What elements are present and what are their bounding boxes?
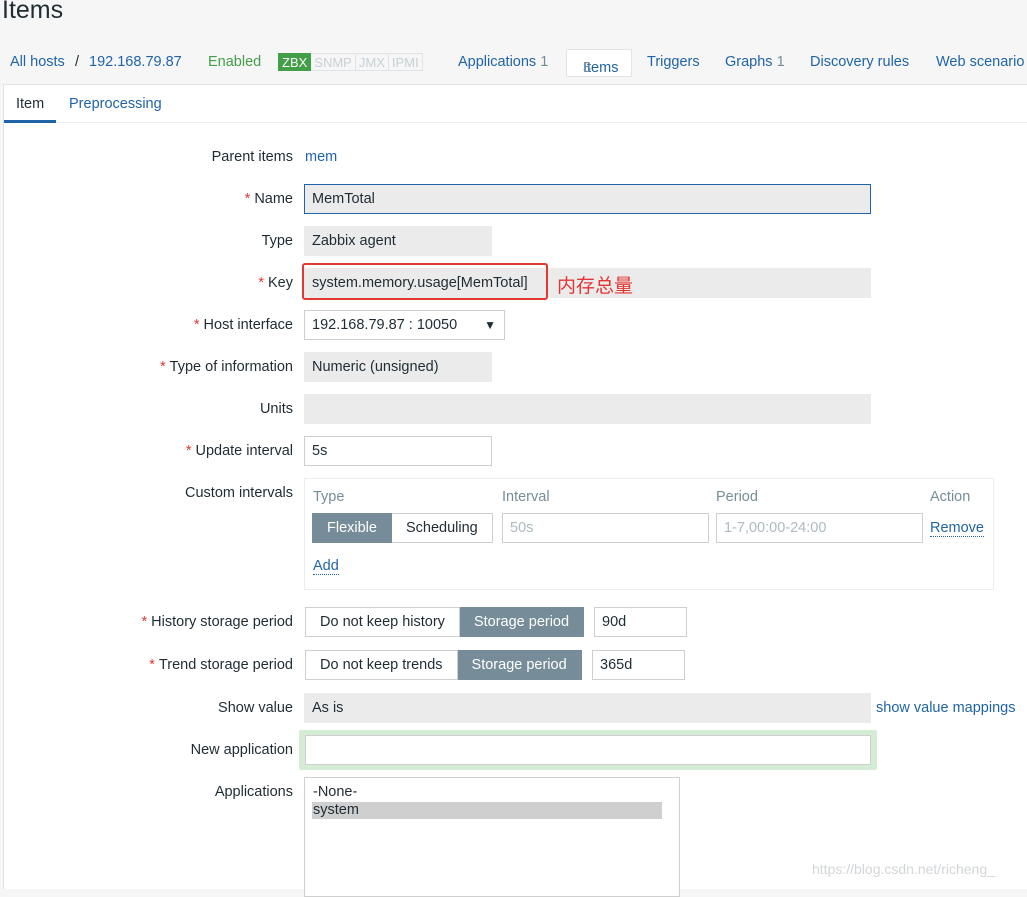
chevron-down-icon: ▼ — [484, 318, 496, 332]
ci-header-type: Type — [313, 489, 345, 505]
ci-flexible-button[interactable]: Flexible — [312, 513, 392, 543]
type-label: Type — [261, 233, 293, 249]
applications-option-system[interactable]: system — [312, 802, 662, 819]
required-marker: * — [193, 317, 200, 333]
key-highlight-box — [302, 263, 548, 300]
ci-header-period: Period — [716, 489, 758, 505]
form-tabs: Item Preprocessing — [4, 85, 1027, 123]
trend-storage-label: * Trend storage period — [149, 657, 293, 673]
type-select[interactable]: Zabbix agent — [304, 226, 492, 256]
all-hosts-link[interactable]: All hosts — [10, 54, 65, 70]
key-label-text: Key — [268, 275, 293, 291]
snmp-badge: SNMP — [311, 53, 356, 71]
required-marker: * — [258, 275, 264, 291]
type-of-information-label: * Type of information — [160, 359, 293, 375]
history-storage-period-button[interactable]: Storage period — [459, 607, 585, 637]
ci-type-toggle: Flexible Scheduling — [312, 513, 493, 543]
nav-graphs[interactable]: Graphs 1 — [725, 54, 785, 70]
tab-item-underline — [4, 120, 56, 123]
show-value-mappings-link[interactable]: show value mappings — [876, 700, 1015, 716]
host-status-enabled[interactable]: Enabled — [208, 54, 261, 70]
history-toggle: Do not keep history Storage period — [305, 607, 585, 637]
required-marker: * — [185, 443, 192, 459]
custom-intervals-label: Custom intervals — [185, 485, 293, 501]
applications-option-none[interactable]: -None- — [312, 784, 662, 801]
nav-applications[interactable]: Applications 1 — [458, 54, 548, 70]
history-do-not-keep-button[interactable]: Do not keep history — [305, 607, 460, 637]
trend-storage-label-text: Trend storage period — [158, 657, 293, 673]
trend-period-input[interactable]: 365d — [592, 650, 685, 680]
ci-header-action: Action — [930, 489, 971, 505]
nav-applications-count: 1 — [540, 54, 549, 70]
host-interface-select[interactable]: 192.168.79.87 : 10050 ▼ — [304, 310, 505, 340]
ipmi-badge: IPMI — [388, 53, 423, 71]
key-annotation: 内存总量 — [557, 276, 634, 297]
update-interval-label: * Update interval — [186, 443, 293, 459]
units-label: Units — [259, 401, 293, 417]
new-application-focus-ring — [299, 730, 877, 770]
host-link[interactable]: 192.168.79.87 — [89, 54, 182, 70]
history-storage-label: * History storage period — [142, 614, 294, 630]
ci-period-input[interactable]: 1-7,00:00-24:00 — [716, 513, 923, 543]
nav-web-scenarios[interactable]: Web scenario — [936, 54, 1024, 70]
trend-storage-period-button[interactable]: Storage period — [457, 650, 582, 680]
breadcrumb-separator: / — [75, 54, 80, 70]
custom-intervals-table: Type Interval Period Action Flexible Sch… — [304, 478, 994, 590]
required-marker: * — [244, 191, 251, 207]
zbx-badge: ZBX — [278, 53, 312, 71]
update-interval-input[interactable]: 5s — [304, 436, 492, 466]
host-navigation: All hosts / 192.168.79.87 Enabled ZBX SN… — [0, 44, 1027, 82]
nav-items-selected[interactable]: Items 3 — [566, 49, 632, 77]
nav-discovery-rules[interactable]: Discovery rules — [810, 54, 909, 70]
nav-triggers[interactable]: Triggers — [647, 54, 700, 70]
applications-listbox[interactable]: -None- system — [304, 777, 680, 897]
name-input[interactable]: MemTotal — [304, 184, 871, 214]
parent-item-link[interactable]: mem — [305, 149, 337, 165]
host-interface-label-text: Host interface — [203, 317, 293, 333]
units-input[interactable] — [304, 394, 871, 424]
name-label: * Name — [245, 191, 293, 207]
ci-header-interval: Interval — [502, 489, 550, 505]
update-interval-label-text: Update interval — [195, 443, 293, 459]
key-label: * Key — [258, 275, 293, 291]
nav-graphs-label: Graphs — [725, 54, 773, 70]
ci-add-link[interactable]: Add — [313, 558, 339, 575]
required-marker: * — [160, 359, 166, 375]
required-marker: * — [141, 614, 148, 630]
ci-interval-input[interactable]: 50s — [502, 513, 709, 543]
type-of-information-label-text: Type of information — [169, 359, 293, 375]
trend-toggle: Do not keep trends Storage period — [305, 650, 582, 680]
applications-label: Applications — [214, 784, 293, 800]
history-storage-label-text: History storage period — [151, 614, 293, 630]
new-application-input[interactable] — [305, 735, 871, 765]
new-application-label: New application — [190, 742, 293, 758]
show-value-select[interactable]: As is — [304, 693, 871, 723]
page-title: Items — [2, 0, 64, 24]
ci-remove-link[interactable]: Remove — [930, 520, 984, 537]
nav-items-count: 3 — [583, 60, 592, 76]
show-value-label: Show value — [218, 700, 293, 716]
jmx-badge: JMX — [355, 53, 389, 71]
trend-do-not-keep-button[interactable]: Do not keep trends — [305, 650, 458, 680]
nav-applications-label: Applications — [458, 54, 537, 70]
name-label-text: Name — [254, 191, 293, 207]
host-interface-value: 192.168.79.87 : 10050 — [312, 317, 458, 333]
parent-items-label: Parent items — [211, 149, 293, 165]
tab-item[interactable]: Item — [16, 96, 44, 112]
type-of-information-select[interactable]: Numeric (unsigned) — [304, 352, 492, 382]
nav-graphs-count: 1 — [776, 54, 785, 70]
tab-preprocessing[interactable]: Preprocessing — [69, 96, 162, 112]
ci-scheduling-button[interactable]: Scheduling — [391, 513, 493, 543]
history-period-input[interactable]: 90d — [594, 607, 687, 637]
host-interface-label: * Host interface — [194, 317, 293, 333]
required-marker: * — [149, 657, 155, 673]
availability-badges: ZBX SNMP JMX IPMI — [278, 53, 423, 71]
watermark: https://blog.csdn.net/richeng_ — [812, 861, 995, 877]
